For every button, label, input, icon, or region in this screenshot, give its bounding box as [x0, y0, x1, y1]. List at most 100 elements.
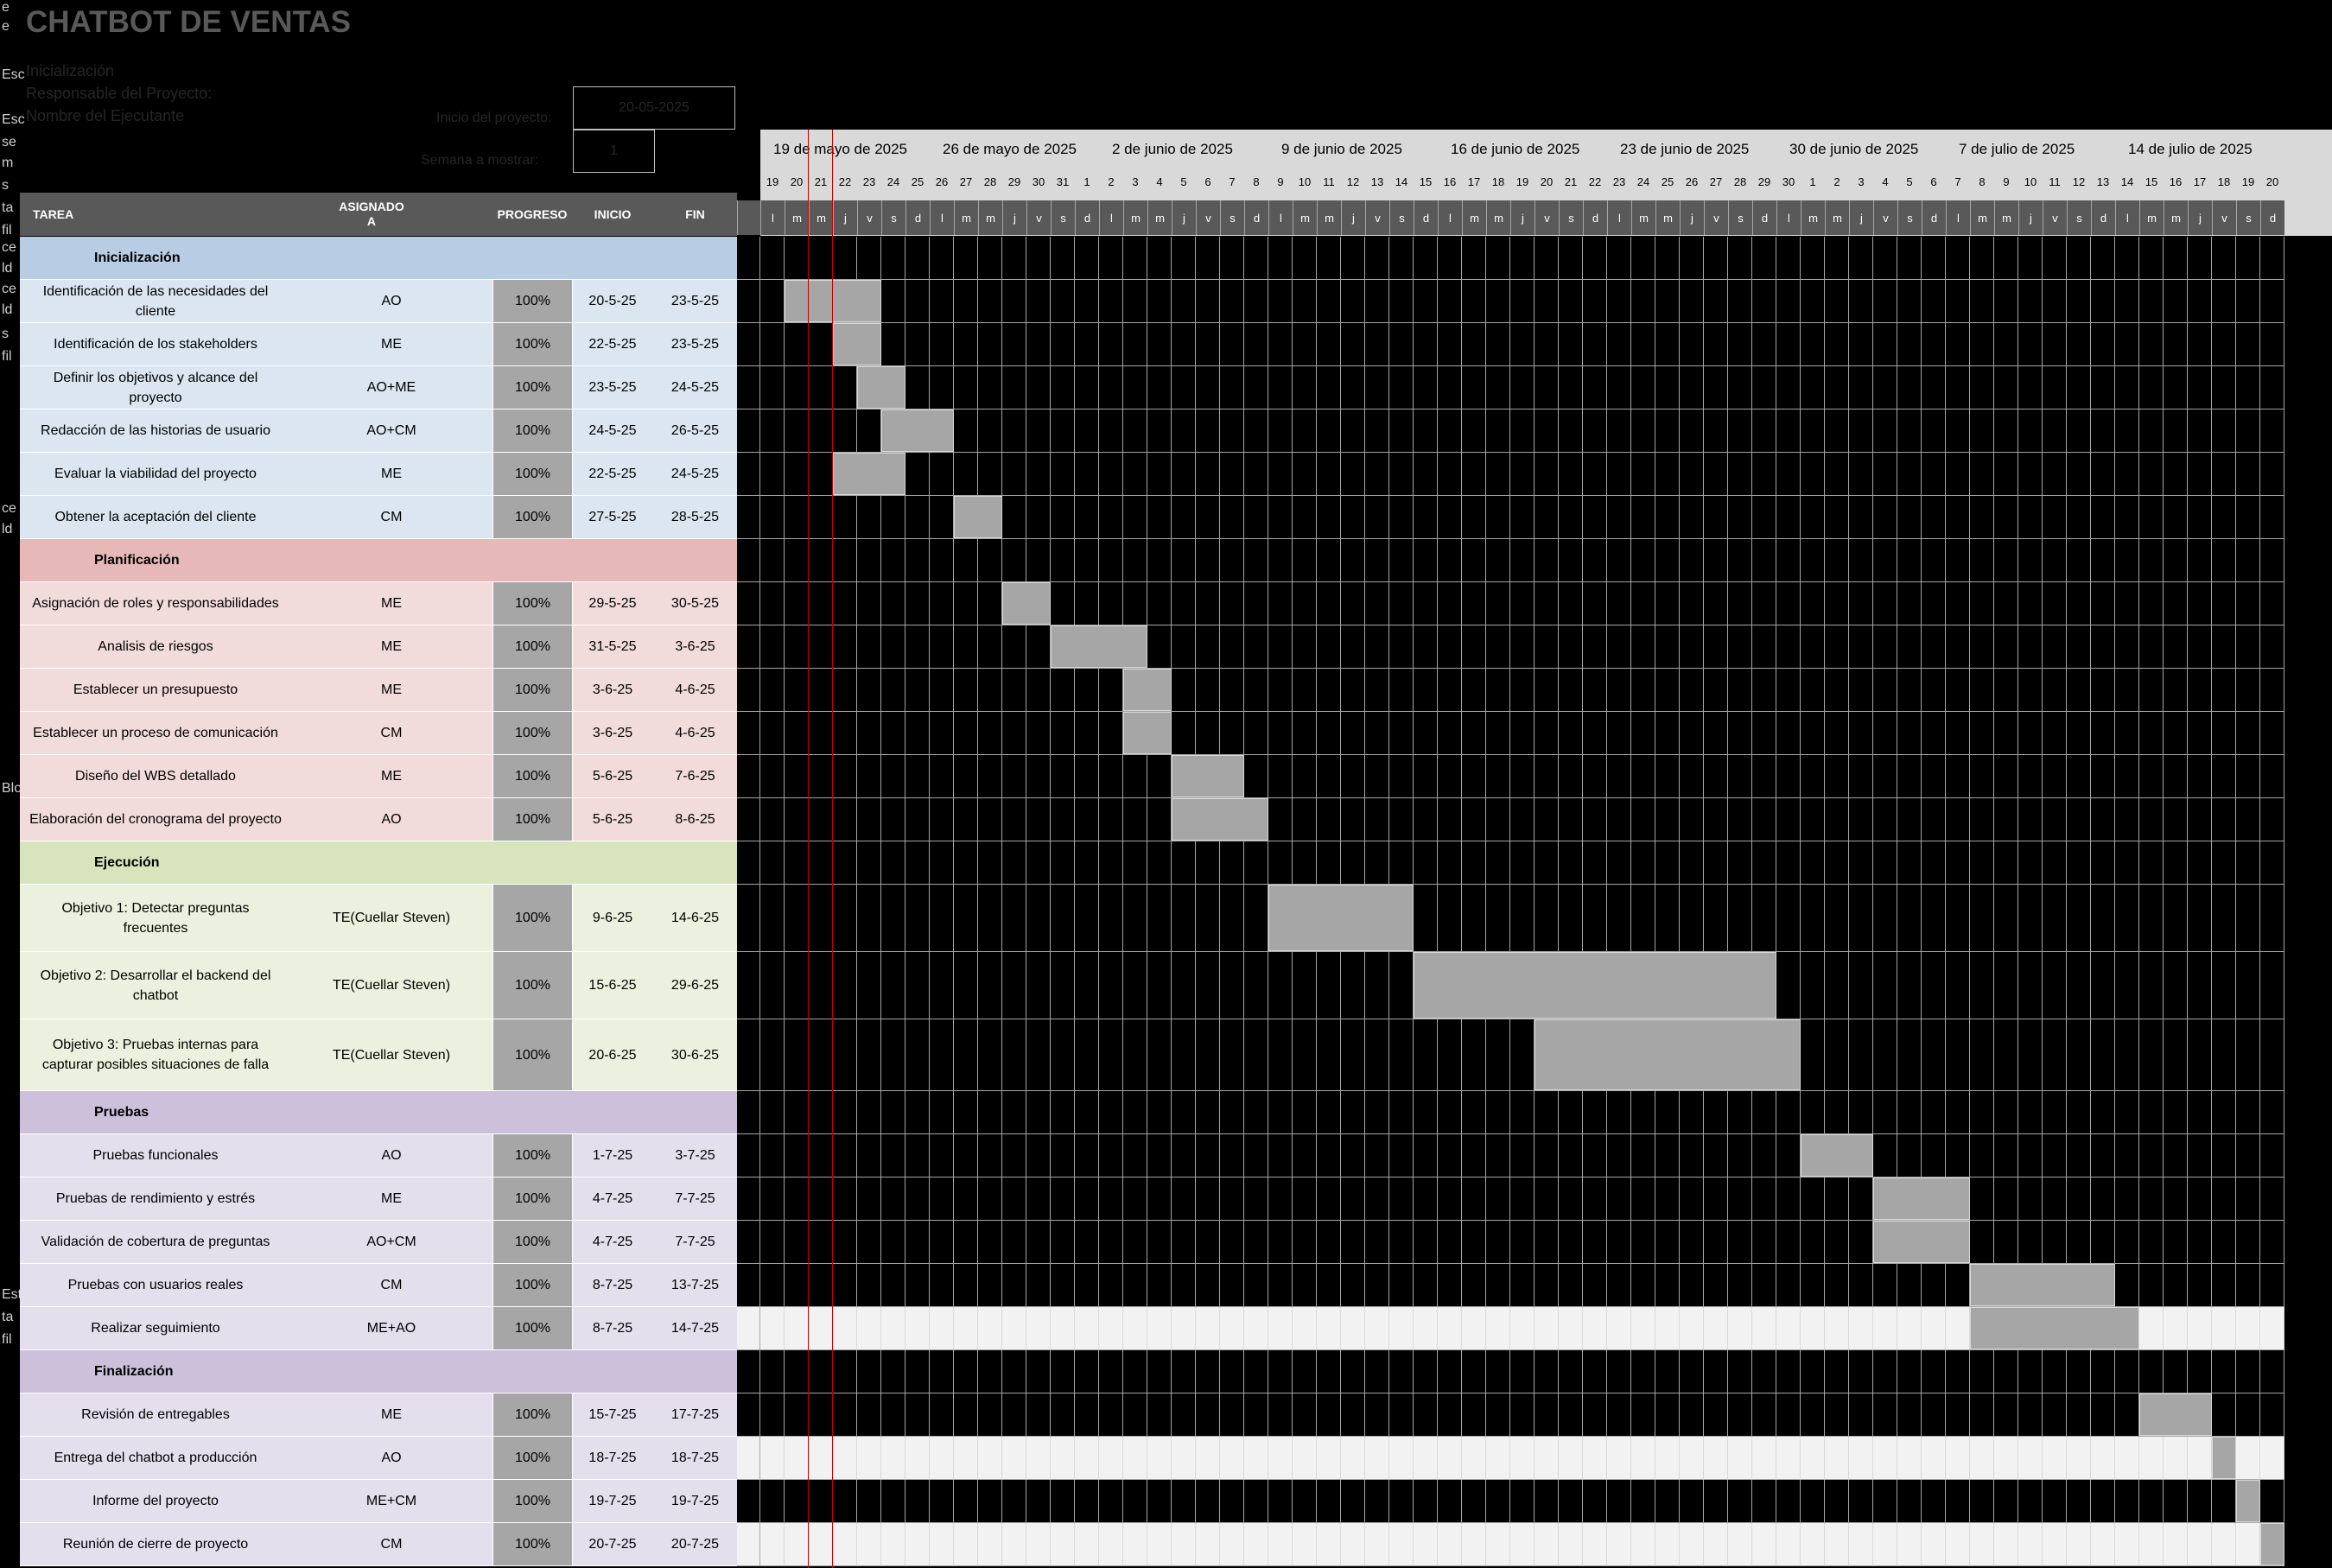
gantt-cell — [1414, 366, 1438, 409]
progress-cell[interactable]: 100% — [492, 1307, 573, 1349]
task-bar[interactable] — [1873, 1178, 1970, 1220]
progress-cell[interactable]: 100% — [492, 1480, 573, 1522]
gantt-cell — [954, 1091, 978, 1134]
task-bar[interactable] — [881, 409, 954, 452]
start-date-field[interactable]: 20-05-2025 — [573, 86, 735, 130]
gantt-cell — [1510, 798, 1535, 841]
progress-cell[interactable]: 100% — [492, 885, 573, 951]
progress-cell[interactable]: 100% — [492, 1221, 573, 1263]
gantt-cell — [1946, 1019, 1970, 1091]
progress-cell[interactable]: 100% — [492, 1134, 573, 1177]
task-bar[interactable] — [785, 280, 881, 322]
task-bar[interactable] — [2236, 1480, 2260, 1522]
gantt-cell — [1414, 280, 1438, 323]
task-bar[interactable] — [2260, 1523, 2284, 1565]
gantt-cell — [1559, 1437, 1583, 1480]
progress-cell[interactable]: 100% — [492, 453, 573, 495]
task-bar[interactable] — [1172, 755, 1244, 797]
gantt-cell — [1317, 323, 1341, 366]
gantt-cell — [737, 625, 760, 669]
gantt-cell — [1583, 798, 1607, 841]
gantt-cell — [1293, 1523, 1317, 1566]
task-bar[interactable] — [1535, 1019, 1801, 1090]
task-bar[interactable] — [2212, 1437, 2236, 1479]
gantt-cell — [1051, 496, 1075, 539]
progress-cell[interactable]: 100% — [492, 1437, 573, 1479]
progress-cell[interactable]: 100% — [492, 1393, 573, 1436]
gantt-cell — [1776, 496, 1801, 539]
task-bar[interactable] — [2139, 1393, 2212, 1436]
gantt-cell — [737, 1350, 760, 1393]
progress-cell[interactable]: 100% — [492, 496, 573, 538]
week-display-field[interactable]: 1 — [573, 130, 655, 173]
gantt-cell — [1196, 1307, 1220, 1350]
gantt-cell — [2260, 798, 2284, 841]
progress-cell[interactable]: 100% — [492, 798, 573, 841]
progress-cell[interactable]: 100% — [492, 1019, 573, 1090]
gantt-cell — [1341, 1350, 1365, 1393]
gantt-cell — [1776, 625, 1801, 669]
task-bar[interactable] — [1172, 798, 1268, 841]
task-bar[interactable] — [1268, 885, 1414, 951]
gantt-cell — [1220, 1019, 1244, 1091]
gantt-cell — [1825, 409, 1849, 453]
task-bar[interactable] — [1002, 582, 1051, 625]
gantt-cell — [1849, 280, 1873, 323]
gantt-cell — [1607, 237, 1631, 280]
progress-cell[interactable]: 100% — [492, 366, 573, 409]
progress-cell[interactable]: 100% — [492, 669, 573, 711]
gantt-cell — [1268, 1437, 1293, 1480]
progress-cell[interactable]: 100% — [492, 625, 573, 668]
task-bar[interactable] — [833, 323, 881, 365]
gantt-cell — [2212, 798, 2236, 841]
gantt-cell — [1946, 625, 1970, 669]
gantt-cell — [1535, 1091, 1559, 1134]
task-bar[interactable] — [1123, 669, 1172, 711]
task-bar[interactable] — [1051, 625, 1147, 668]
progress-cell[interactable]: 100% — [492, 952, 573, 1019]
task-bar[interactable] — [1970, 1307, 2139, 1349]
progress-cell[interactable]: 100% — [492, 1178, 573, 1220]
gantt-cell — [1196, 237, 1220, 280]
gantt-cell — [1680, 885, 1704, 952]
day-number: 4 — [1156, 175, 1163, 188]
day-number: 10 — [1298, 175, 1312, 188]
start-date: 22-5-25 — [588, 337, 637, 352]
gantt-cell — [978, 323, 1002, 366]
day-number: 28 — [1733, 175, 1747, 188]
progress-cell[interactable]: 100% — [492, 323, 573, 365]
gantt-cell — [2067, 539, 2091, 582]
gantt-cell — [1220, 280, 1244, 323]
progress-cell[interactable]: 100% — [492, 409, 573, 452]
task-bar[interactable] — [1801, 1134, 1873, 1177]
progress-cell[interactable]: 100% — [492, 712, 573, 754]
gantt-cell — [1583, 237, 1607, 280]
task-bar[interactable] — [857, 366, 905, 409]
gantt-cell — [1922, 582, 1946, 625]
task-bar[interactable] — [833, 453, 905, 495]
gantt-cell — [2139, 1178, 2164, 1221]
day-number: 20 — [2265, 175, 2279, 188]
task-bar[interactable] — [954, 496, 1002, 538]
progress-cell[interactable]: 100% — [492, 1523, 573, 1565]
gantt-cell — [1462, 885, 1486, 952]
day-letter: v — [1026, 200, 1051, 235]
gantt-cell — [1026, 323, 1051, 366]
task-bar[interactable] — [1970, 1264, 2115, 1306]
progress-cell[interactable]: 100% — [492, 582, 573, 625]
gantt-cell — [2139, 1264, 2164, 1307]
progress-cell[interactable]: 100% — [492, 1264, 573, 1306]
task-bar[interactable] — [1873, 1221, 1970, 1263]
task-bar[interactable] — [1414, 952, 1776, 1019]
gantt-cell — [1196, 952, 1220, 1019]
gantt-cell — [1075, 1019, 1099, 1091]
day-number: 30 — [1782, 175, 1795, 188]
gantt-cell — [2043, 1221, 2067, 1264]
progress-cell[interactable]: 100% — [492, 280, 573, 322]
progress-cell[interactable]: 100% — [492, 755, 573, 797]
gantt-cell — [1873, 409, 1897, 453]
gantt-cell — [2067, 669, 2091, 712]
gantt-cell — [1075, 1264, 1099, 1307]
task-bar[interactable] — [1123, 712, 1172, 754]
task-name: Validación de cobertura de preguntas — [41, 1235, 270, 1249]
